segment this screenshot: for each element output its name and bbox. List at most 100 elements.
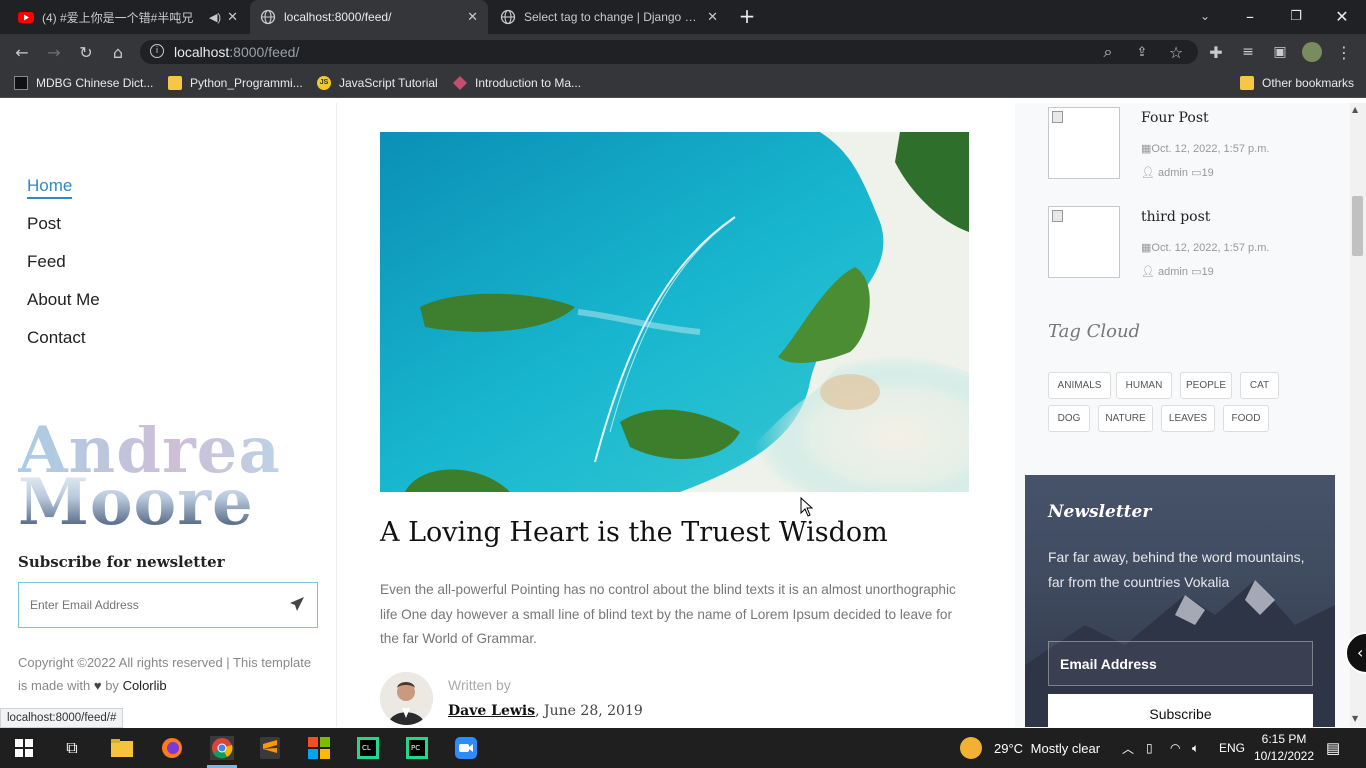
other-bookmarks-label: Other bookmarks	[1262, 76, 1355, 90]
tag-human[interactable]: HUMAN	[1116, 372, 1172, 399]
recent-post-date: ▦Oct. 12, 2022, 1:57 p.m.	[1141, 142, 1269, 155]
close-tab-icon[interactable]: ✕	[707, 9, 718, 25]
zoom-app-icon[interactable]	[454, 736, 478, 760]
scrollbar-thumb[interactable]	[1352, 196, 1363, 256]
side-panel-icon[interactable]: ▣	[1270, 42, 1290, 62]
scroll-up-icon[interactable]: ▲	[1352, 105, 1358, 114]
calendar-icon: ▦	[1141, 143, 1152, 155]
bookmark-javascript[interactable]: JS JavaScript Tutorial	[317, 76, 438, 90]
windows-start-icon[interactable]	[12, 736, 36, 760]
post-excerpt: Even the all-powerful Pointing has no co…	[380, 582, 956, 646]
youtube-icon	[18, 12, 34, 23]
minimize-icon[interactable]: –	[1240, 6, 1260, 26]
send-icon[interactable]	[289, 596, 305, 612]
url-text[interactable]: localhost:8000/feed/	[174, 44, 299, 60]
tab-search-icon[interactable]: ⌄	[1195, 6, 1215, 26]
newsletter-email-input[interactable]: Email Address	[1048, 641, 1313, 686]
site-logo[interactable]: Andrea Moore	[18, 419, 281, 535]
language-indicator[interactable]: ENG	[1219, 728, 1245, 768]
tag-food[interactable]: FOOD	[1223, 405, 1269, 432]
wifi-icon[interactable]: ◠	[1170, 728, 1180, 768]
file-explorer-icon[interactable]	[110, 736, 134, 760]
email-input[interactable]	[19, 583, 269, 627]
recent-post-date-text: Oct. 12, 2022, 1:57 p.m.	[1151, 143, 1270, 155]
post-title[interactable]: A Loving Heart is the Truest Wisdom	[380, 517, 888, 548]
notification-icon[interactable]: ▤	[1326, 728, 1340, 768]
profile-avatar[interactable]	[1302, 42, 1322, 62]
recent-post-item[interactable]: third post ▦Oct. 12, 2022, 1:57 p.m. 👤︎ …	[1048, 206, 1328, 286]
nav-about-me[interactable]: About Me	[27, 290, 100, 310]
recent-post-item[interactable]: Four Post ▦Oct. 12, 2022, 1:57 p.m. 👤︎ a…	[1048, 107, 1328, 187]
scroll-down-icon[interactable]: ▼	[1352, 714, 1358, 723]
close-tab-icon[interactable]: ✕	[227, 9, 238, 25]
weather-widget[interactable]: 29°C Mostly clear	[960, 728, 1100, 768]
logo-line-2: Moore	[18, 471, 281, 535]
reload-icon[interactable]: ↻	[76, 42, 96, 62]
user-icon: 👤︎	[1141, 266, 1159, 278]
tag-dog[interactable]: DOG	[1048, 405, 1090, 432]
tab-feed[interactable]: localhost:8000/feed/ ✕	[250, 0, 488, 34]
recent-post-title[interactable]: Four Post	[1141, 110, 1209, 126]
tab-youtube[interactable]: (4) #爱上你是一个错#半吨兄 ◀︎) ✕	[8, 0, 248, 34]
restore-icon[interactable]: ❐	[1286, 6, 1306, 26]
address-bar[interactable]: i localhost:8000/feed/ ⌕ ⇪ ☆	[140, 40, 1198, 64]
bookmark-star-icon[interactable]: ☆	[1166, 42, 1186, 62]
menu-icon[interactable]: ⋮	[1334, 42, 1354, 62]
broken-image-thumbnail[interactable]	[1048, 107, 1120, 179]
broken-image-thumbnail[interactable]	[1048, 206, 1120, 278]
zoom-icon[interactable]: ⌕	[1098, 42, 1118, 62]
other-bookmarks[interactable]: Other bookmarks	[1240, 76, 1354, 90]
url-host: localhost	[174, 44, 230, 60]
share-icon[interactable]: ⇪	[1132, 42, 1152, 62]
web-page: Home Post Feed About Me Contact Andrea M…	[0, 103, 1366, 727]
volume-icon[interactable]: 🔈︎	[1192, 728, 1199, 768]
user-icon: 👤︎	[1141, 167, 1159, 179]
extensions-icon[interactable]: ✚	[1206, 42, 1226, 62]
tag-nature[interactable]: NATURE	[1098, 405, 1153, 432]
office-icon[interactable]	[307, 736, 331, 760]
clock[interactable]: 6:15 PM 10/12/2022	[1252, 728, 1316, 768]
windows-taskbar: ⧉ CL PC 29°C Mostly clear ︿ ▯ ◠ 🔈︎ ENG 6…	[0, 728, 1366, 768]
site-info-icon[interactable]: i	[150, 44, 164, 58]
recent-post-meta: 👤︎ admin ▭19	[1141, 265, 1214, 278]
right-sidebar: Four Post ▦Oct. 12, 2022, 1:57 p.m. 👤︎ a…	[1015, 103, 1350, 727]
forward-icon[interactable]: →	[44, 42, 64, 62]
chrome-icon[interactable]	[210, 736, 234, 760]
tag-animals[interactable]: ANIMALS	[1048, 372, 1111, 399]
tab-django[interactable]: Select tag to change | Django site ✕	[490, 0, 728, 34]
tag-people[interactable]: PEOPLE	[1180, 372, 1232, 399]
subscribe-button[interactable]: Subscribe	[1048, 694, 1313, 727]
nav-post[interactable]: Post	[27, 214, 61, 234]
home-icon[interactable]: ⌂	[108, 42, 128, 62]
recent-post-comments: 19	[1201, 167, 1214, 179]
close-tab-icon[interactable]: ✕	[467, 9, 478, 25]
bookmark-python[interactable]: Python_Programmi...	[168, 76, 303, 90]
nav-home[interactable]: Home	[27, 176, 73, 199]
colorlib-link[interactable]: Colorlib	[123, 678, 167, 693]
folder-icon	[1240, 76, 1254, 90]
url-path: :8000/feed/	[229, 44, 300, 60]
media-control-icon[interactable]: ≡	[1238, 42, 1258, 62]
sublime-icon[interactable]	[258, 736, 282, 760]
post-hero-image[interactable]	[380, 132, 969, 492]
tag-cat[interactable]: CAT	[1240, 372, 1279, 399]
network-icon[interactable]: ▯	[1146, 728, 1153, 768]
clion-icon[interactable]: CL	[356, 736, 380, 760]
pycharm-icon[interactable]: PC	[405, 736, 429, 760]
nav-feed[interactable]: Feed	[27, 252, 66, 272]
subscribe-form	[18, 582, 318, 628]
firefox-icon[interactable]	[160, 736, 184, 760]
nav-contact[interactable]: Contact	[27, 328, 86, 348]
speaker-icon[interactable]: ◀︎)	[209, 11, 221, 24]
task-view-icon[interactable]: ⧉	[60, 736, 84, 760]
bookmark-intro[interactable]: Introduction to Ma...	[453, 76, 581, 90]
author-link[interactable]: Dave Lewis	[448, 703, 535, 719]
tag-leaves[interactable]: LEAVES	[1161, 405, 1215, 432]
close-window-icon[interactable]: ✕	[1332, 6, 1352, 26]
bookmark-mdbg[interactable]: MDBG Chinese Dict...	[14, 76, 153, 90]
back-icon[interactable]: ←	[12, 42, 32, 62]
bookmark-label: JavaScript Tutorial	[339, 76, 438, 90]
recent-post-title[interactable]: third post	[1141, 209, 1210, 225]
new-tab-icon[interactable]: +	[737, 4, 757, 28]
tray-chevron-icon[interactable]: ︿	[1122, 728, 1134, 768]
